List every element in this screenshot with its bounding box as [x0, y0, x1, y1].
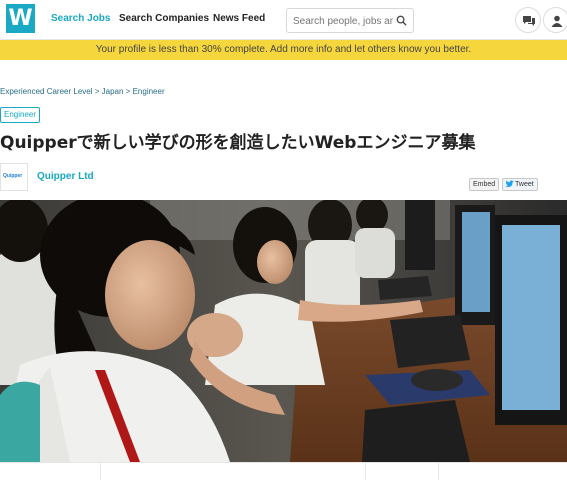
job-info-strip: [0, 462, 567, 480]
breadcrumb-career-level[interactable]: Experienced Career Level: [0, 87, 93, 96]
hero-photo: [0, 200, 567, 462]
profile-completion-banner[interactable]: Your profile is less than 30% complete. …: [0, 40, 567, 60]
company-name-link[interactable]: Quipper Ltd: [37, 171, 94, 182]
breadcrumb-country[interactable]: Japan: [102, 87, 124, 96]
category-tag[interactable]: Engineer: [0, 107, 41, 123]
user-icon: [551, 15, 563, 27]
nav-search-companies[interactable]: Search Companies: [119, 13, 209, 24]
breadcrumb-separator: >: [94, 87, 100, 96]
divider: [365, 463, 366, 480]
embed-button[interactable]: Embed: [469, 178, 500, 191]
company-logo-text: Quipper: [3, 173, 23, 179]
classroom-photo-illustration: [0, 200, 567, 462]
breadcrumb-separator: >: [125, 87, 131, 96]
search-box: [286, 8, 414, 33]
messages-button[interactable]: [515, 7, 541, 33]
page-title: Quipperで新しい学びの形を創造したいWebエンジニア募集: [0, 133, 476, 153]
breadcrumb-category[interactable]: Engineer: [133, 87, 165, 96]
search-input[interactable]: [293, 13, 393, 29]
tweet-button[interactable]: Tweet: [502, 178, 538, 191]
breadcrumb: Experienced Career Level > Japan > Engin…: [0, 87, 165, 96]
search-icon[interactable]: [396, 15, 407, 26]
nav-search-jobs[interactable]: Search Jobs: [51, 13, 110, 24]
divider: [438, 463, 439, 480]
wantedly-logo[interactable]: W: [6, 4, 35, 33]
chat-bubble-icon: [523, 16, 535, 26]
divider: [100, 463, 101, 480]
profile-button[interactable]: [543, 7, 567, 33]
nav-news-feed[interactable]: News Feed: [213, 13, 265, 24]
company-logo[interactable]: Quipper: [0, 163, 28, 191]
tweet-label: Tweet: [515, 181, 534, 188]
twitter-bird-icon: [505, 180, 514, 188]
top-navigation-bar: W Search Jobs Search Companies News Feed: [0, 0, 567, 40]
